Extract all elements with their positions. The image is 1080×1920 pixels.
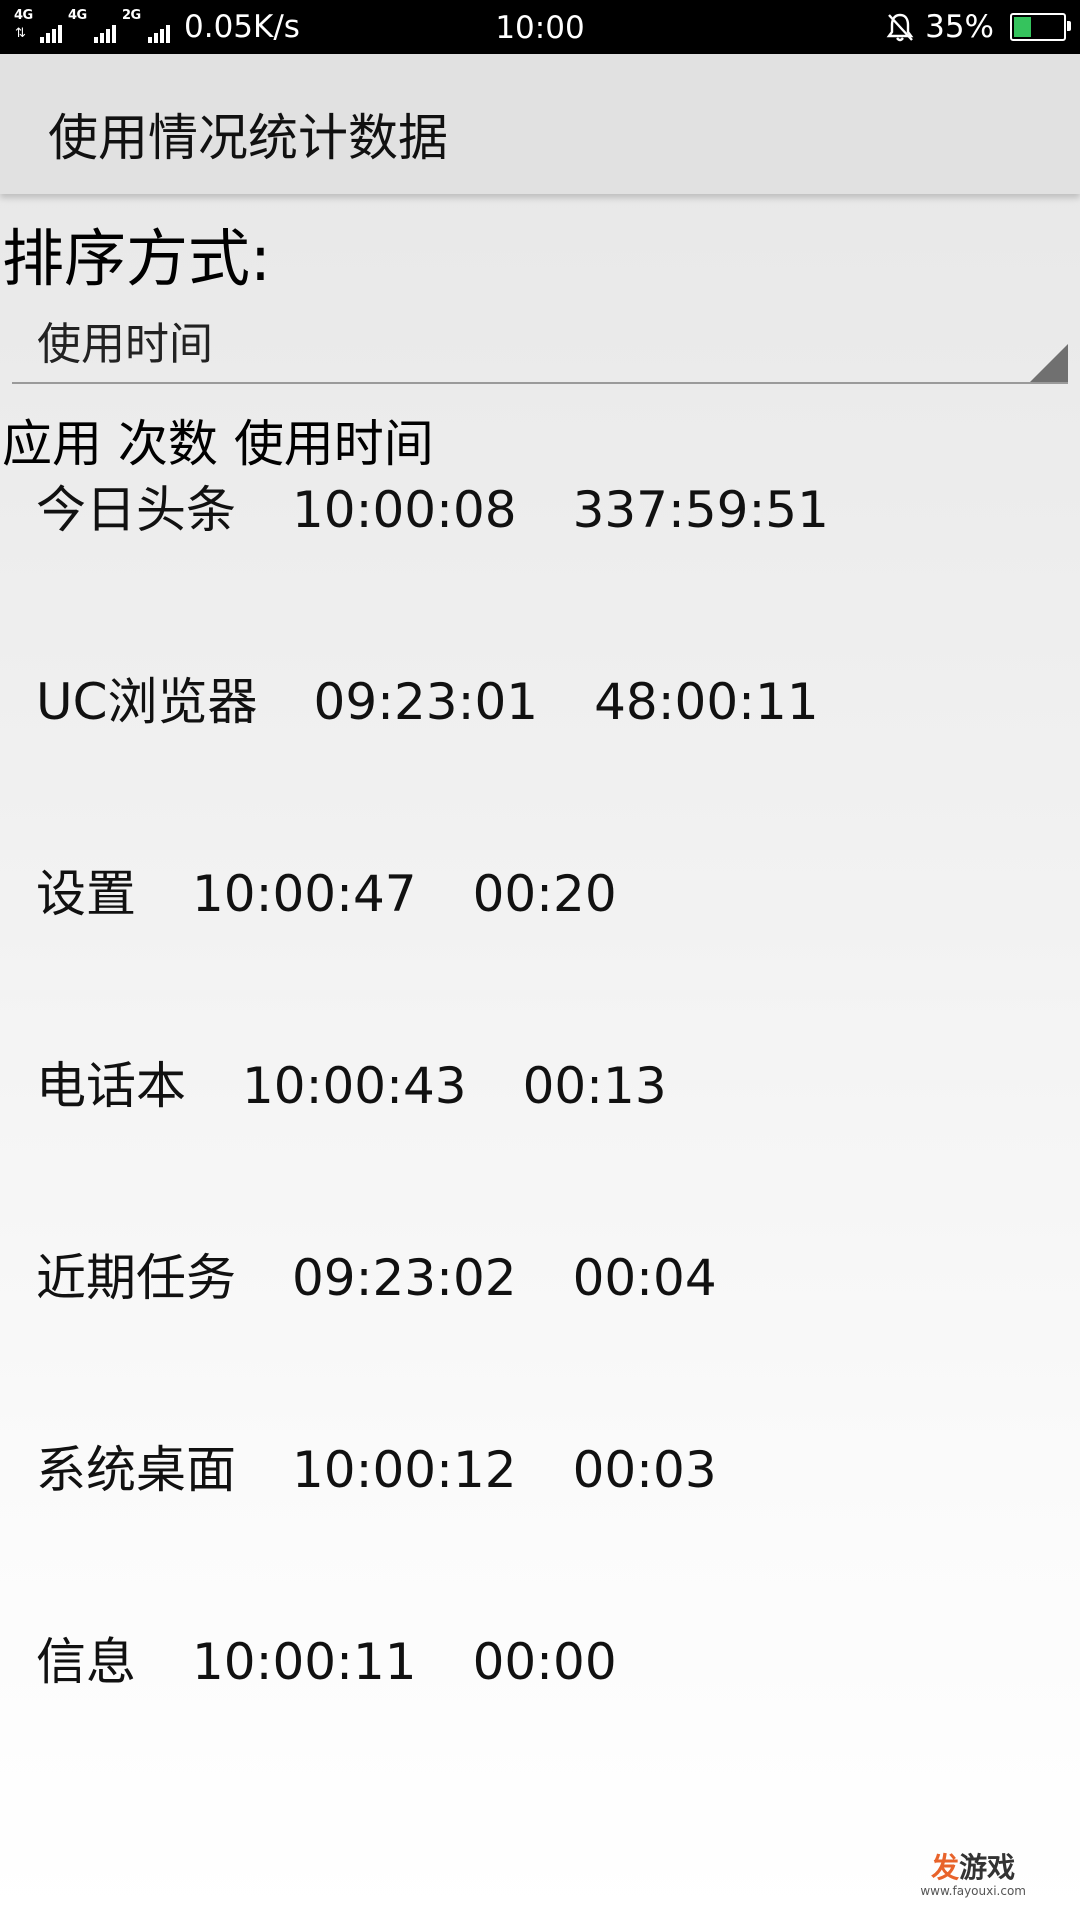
list-item[interactable]: 电话本 10:00:43 00:13 [36,1046,1036,1238]
row-count: 09:23:02 [292,1249,517,1307]
row-time: 337:59:51 [572,481,829,539]
row-count: 10:00:47 [192,865,417,923]
row-time: 00:13 [522,1057,667,1115]
list-item[interactable]: UC浏览器 09:23:01 48:00:11 [36,662,1036,854]
battery-icon: ⚡ [1010,12,1071,41]
watermark-logo-part1: 发 [931,1851,960,1884]
usage-list: 今日头条 10:00:08 337:59:51 UC浏览器 09:23:01 48:00… [36,470,1036,1814]
header-usage-time: 使用时间 [233,415,434,473]
row-time: 00:03 [572,1441,717,1499]
row-time: 48:00:11 [594,673,819,731]
row-app: 近期任务 [36,1249,236,1307]
row-app: 系统桌面 [36,1441,236,1499]
list-item[interactable]: 设置 10:00:47 00:20 [36,854,1036,1046]
row-count: 10:00:08 [292,481,517,539]
list-item[interactable]: 系统桌面 10:00:12 00:03 [36,1430,1036,1622]
row-count: 10:00:11 [192,1633,417,1691]
status-right: 35% ⚡ [885,0,1071,54]
header-app: 应用 [2,415,102,473]
page-title: 使用情况统计数据 [48,109,448,167]
charging-bolt-icon: ⚡ [1030,12,1046,37]
row-time: 00:04 [572,1249,717,1307]
list-item[interactable]: 今日头条 10:00:08 337:59:51 [36,470,1036,662]
row-app: 设置 [36,865,136,923]
table-header: 应用 次数 使用时间 [2,404,434,476]
row-count: 10:00:43 [242,1057,467,1115]
row-count: 10:00:12 [292,1441,517,1499]
dropdown-triangle-icon [1030,344,1068,382]
row-app: 信息 [36,1633,136,1691]
row-app: 今日头条 [36,481,236,539]
row-time: 00:20 [472,865,617,923]
sort-label: 排序方式: [2,222,271,295]
battery-percent: 35% [925,9,994,45]
list-item[interactable]: 信息 10:00:11 00:00 [36,1622,1036,1814]
row-time: 00:00 [472,1633,617,1691]
row-count: 09:23:01 [313,673,539,731]
action-bar: 使用情况统计数据 [0,54,1080,194]
bell-muted-icon [886,13,914,42]
list-item[interactable]: 近期任务 09:23:02 00:04 [36,1238,1036,1430]
header-count: 次数 [117,415,218,473]
watermark-logo-part2: 游戏 [959,1851,1016,1884]
row-app: 电话本 [36,1057,186,1115]
sort-spinner[interactable]: 使用时间 [12,300,1068,384]
row-app: UC浏览器 [36,673,258,731]
status-bar: 4G ⇅ 4G 2G 0.05K/s 10:00 35% ⚡ [0,0,1080,54]
sort-selected-value: 使用时间 [37,319,213,370]
watermark-logo-text: 发游戏 [920,1854,1026,1882]
watermark-url: www.fayouxi.com [920,1884,1026,1898]
watermark-logo: 发游戏 www.fayouxi.com [920,1854,1026,1899]
